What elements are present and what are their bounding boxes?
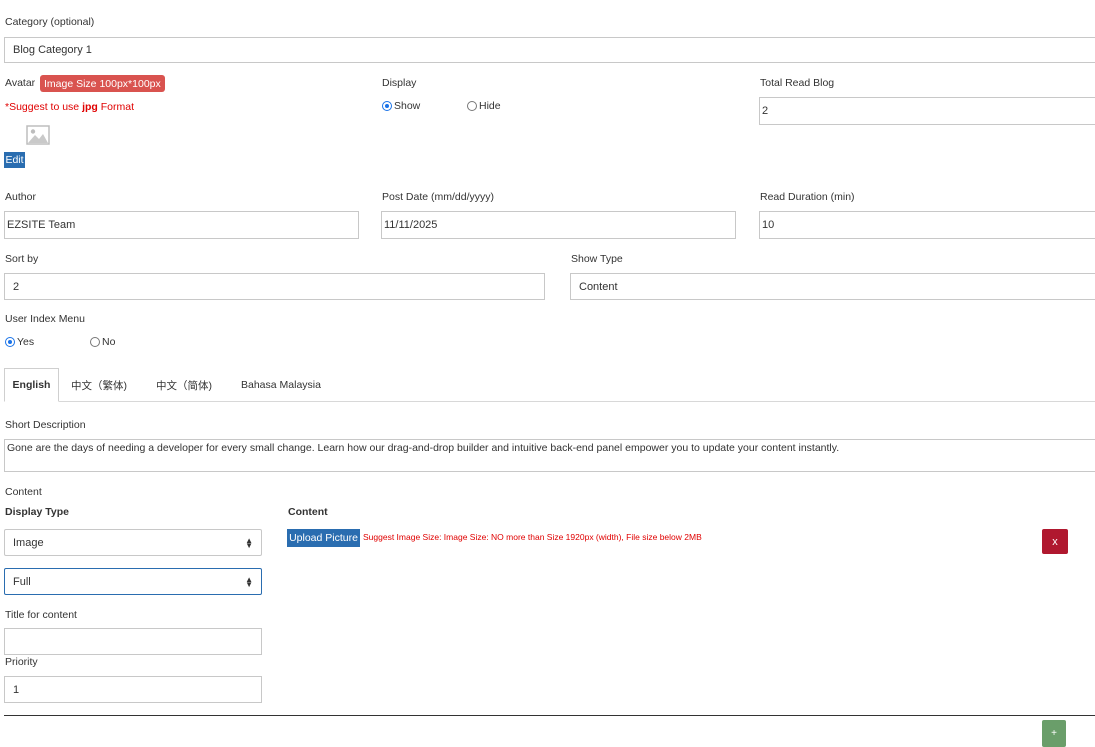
tab-traditional-chinese[interactable]: 中文（繁体) (71, 368, 127, 402)
content-label: Content (288, 506, 328, 518)
hint-suffix: Format (97, 101, 134, 113)
category-select[interactable]: Blog Category 1 (4, 37, 1095, 63)
sort-by-label: Sort by (5, 253, 39, 265)
post-date-label: Post Date (mm/dd/yyyy) (382, 191, 495, 203)
read-duration-input[interactable]: 10 (759, 211, 1095, 239)
hint-format: jpg (82, 101, 98, 113)
author-input[interactable]: EZSITE Team (4, 211, 359, 239)
total-read-label: Total Read Blog (760, 77, 835, 89)
avatar-edit-button[interactable]: Edit (4, 152, 25, 168)
display-type-label: Display Type (5, 506, 69, 518)
tab-bahasa-malaysia[interactable]: Bahasa Malaysia (241, 368, 321, 402)
short-description-textarea[interactable]: Gone are the days of needing a developer… (4, 439, 1095, 472)
category-label: Category (optional) (5, 16, 95, 28)
radio-indicator (5, 337, 15, 347)
hint-prefix: *Suggest to use (5, 101, 83, 113)
read-duration-label: Read Duration (min) (760, 191, 855, 203)
post-date-input[interactable]: 11/11/2025 (381, 211, 736, 239)
title-for-content-input[interactable] (4, 628, 262, 655)
show-type-select[interactable]: Content (570, 273, 1095, 300)
display-type-select[interactable]: Image ▲ ▼ (4, 529, 262, 556)
total-read-input[interactable]: 2 (759, 97, 1095, 125)
display-show-radio[interactable]: Show (382, 100, 420, 112)
author-label: Author (5, 191, 36, 203)
radio-indicator (382, 101, 392, 111)
radio-indicator (467, 101, 477, 111)
radio-label: Show (394, 100, 421, 112)
display-hide-radio[interactable]: Hide (467, 100, 501, 112)
show-type-label: Show Type (571, 253, 623, 265)
size-value: Full (13, 575, 31, 588)
user-index-menu-label: User Index Menu (5, 313, 85, 325)
section-divider (4, 715, 1095, 716)
tab-simplified-chinese[interactable]: 中文（简体) (156, 368, 212, 402)
user-index-yes-radio[interactable]: Yes (5, 336, 34, 348)
radio-label: Hide (479, 100, 501, 112)
sort-by-input[interactable]: 2 (4, 273, 545, 300)
image-size-badge: Image Size 100px*100px (40, 75, 165, 92)
content-section-label: Content (5, 486, 42, 498)
display-type-value: Image (13, 536, 44, 549)
size-select[interactable]: Full ▲ ▼ (4, 568, 262, 595)
add-content-button[interactable]: + (1042, 720, 1066, 747)
radio-label: No (102, 336, 116, 348)
select-arrows-icon: ▲ ▼ (245, 574, 253, 589)
priority-input[interactable]: 1 (4, 676, 262, 703)
short-description-label: Short Description (5, 419, 86, 431)
image-icon (26, 125, 50, 145)
select-arrows-icon: ▲ ▼ (245, 535, 253, 550)
avatar-format-hint: *Suggest to use jpg Format (5, 101, 134, 113)
remove-content-button[interactable]: x (1042, 529, 1068, 554)
priority-label: Priority (5, 656, 38, 668)
title-for-content-label: Title for content (5, 609, 77, 621)
radio-label: Yes (17, 336, 35, 348)
upload-picture-button[interactable]: Upload Picture (287, 529, 360, 547)
radio-indicator (90, 337, 100, 347)
user-index-no-radio[interactable]: No (90, 336, 115, 348)
tab-english[interactable]: English (4, 368, 59, 402)
display-label: Display (382, 77, 417, 89)
upload-hint: Suggest Image Size: Image Size: NO more … (363, 532, 702, 542)
avatar-label: Avatar (5, 77, 36, 89)
